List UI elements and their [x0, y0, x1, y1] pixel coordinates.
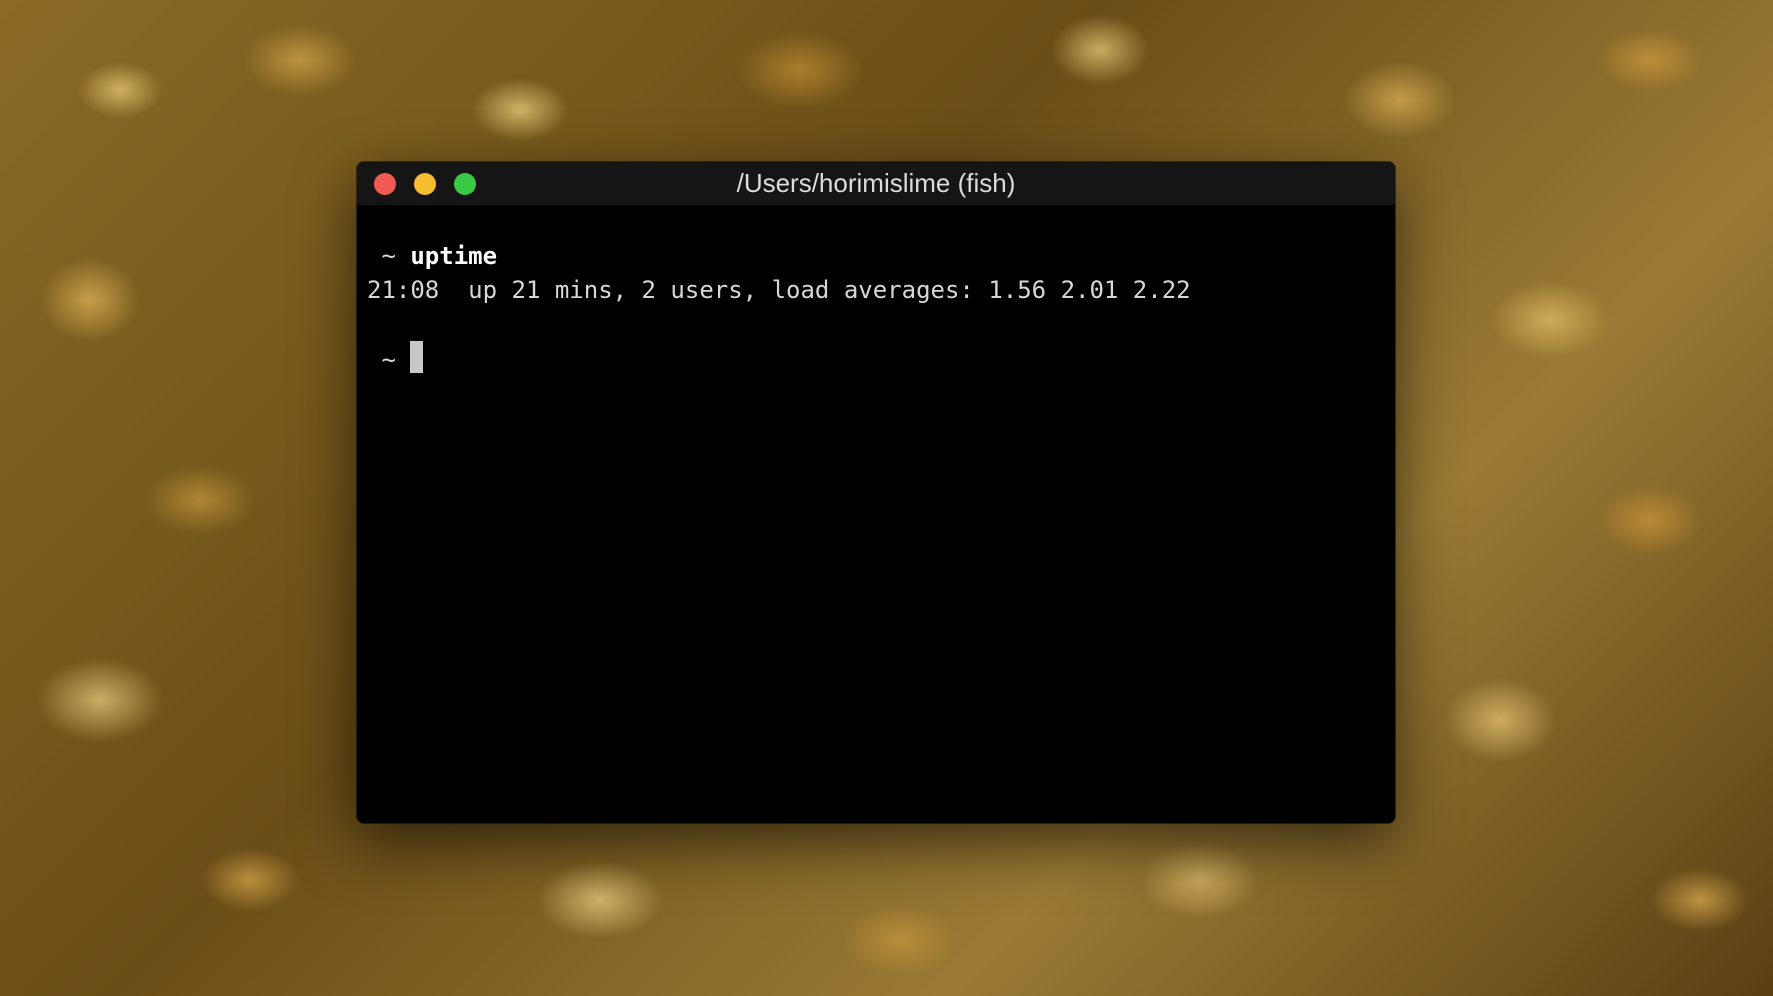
command-text: uptime: [410, 242, 498, 270]
prompt: ~: [367, 346, 411, 374]
terminal-window[interactable]: /Users/horimislime (fish) ~ uptime 21:08…: [357, 162, 1395, 823]
window-controls: [374, 173, 476, 195]
zoom-button[interactable]: [454, 173, 476, 195]
prompt: ~: [367, 242, 411, 270]
text-cursor: [410, 341, 424, 373]
command-line: ~ uptime: [367, 239, 1395, 273]
window-title: /Users/horimislime (fish): [736, 168, 1016, 198]
active-prompt-line[interactable]: ~: [367, 341, 1395, 375]
terminal-body[interactable]: ~ uptime 21:08 up 21 mins, 2 users, load…: [357, 205, 1395, 375]
command-output: 21:08 up 21 mins, 2 users, load averages…: [367, 276, 1191, 304]
minimize-button[interactable]: [414, 173, 436, 195]
close-button[interactable]: [374, 173, 396, 195]
titlebar[interactable]: /Users/horimislime (fish): [357, 162, 1395, 205]
